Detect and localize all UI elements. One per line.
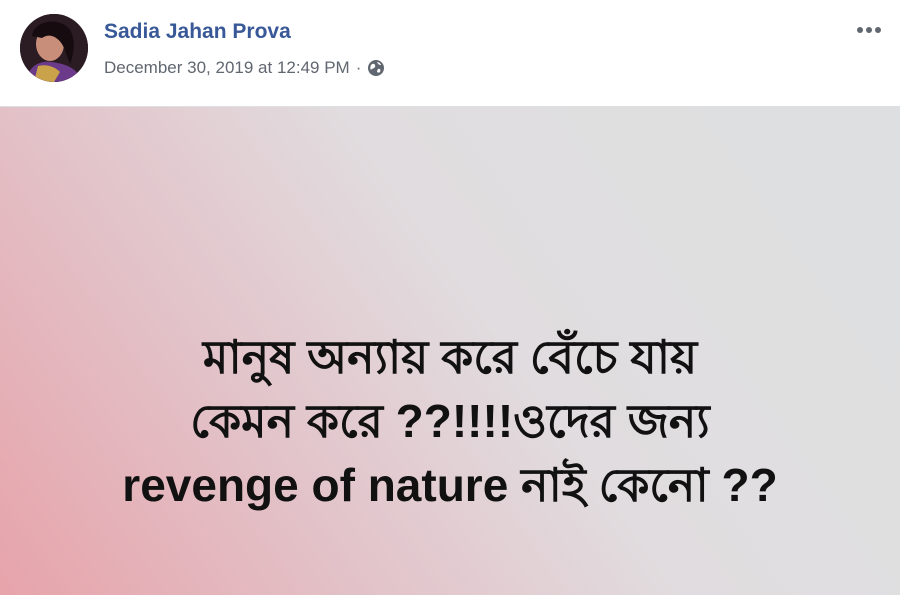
meta-separator: · [355,58,362,77]
more-options-icon-dot [875,27,881,33]
post-header: Sadia Jahan Prova December 30, 2019 at 1… [0,0,900,107]
post-text-line: কেমন করে ??!!!!ওদের জন্য [190,395,710,447]
more-options-icon [857,27,863,33]
author-name-link[interactable]: Sadia Jahan Prova [104,20,291,44]
post-text-line: revenge of nature নাই কেনো ?? [122,459,778,511]
post-meta: December 30, 2019 at 12:49 PM · [104,56,385,80]
post-text-line: মানুষ অন্যায় করে বেঁচে যায় [202,331,698,383]
more-options-button[interactable] [852,16,886,44]
post-text: মানুষ অন্যায় করে বেঁচে যায় কেমন করে ??… [20,325,880,517]
more-options-icon-dot [866,27,872,33]
post-timestamp[interactable]: December 30, 2019 at 12:49 PM [104,58,350,78]
post-background-card: মানুষ অন্যায় করে বেঁচে যায় কেমন করে ??… [0,107,900,595]
facebook-post: Sadia Jahan Prova December 30, 2019 at 1… [0,0,900,595]
avatar-photo [20,14,88,82]
globe-icon[interactable] [367,59,385,77]
avatar[interactable] [20,14,88,82]
